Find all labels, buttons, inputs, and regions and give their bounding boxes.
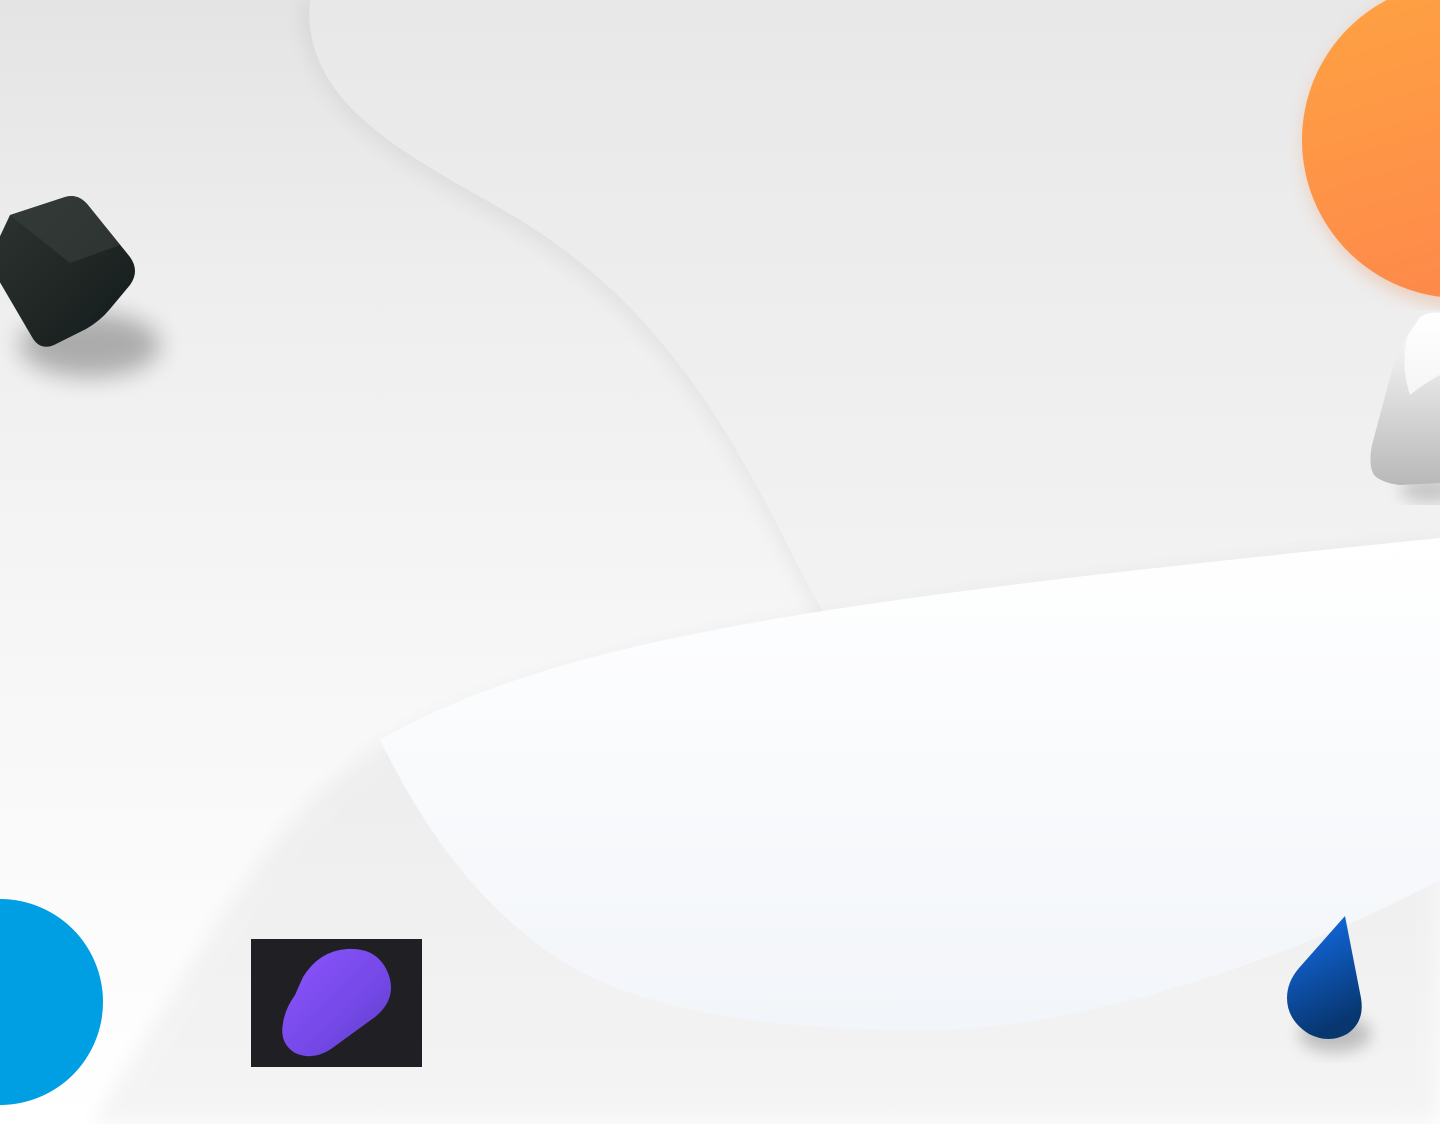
hero-background <box>0 0 1440 1124</box>
gradient-wave-background <box>0 0 1440 1124</box>
blue-circle-shape <box>0 899 103 1105</box>
purple-pill-tile <box>251 939 422 1067</box>
orange-sphere-shape <box>1302 0 1440 307</box>
blue-drop-shape <box>1287 916 1371 1052</box>
dark-cube-shape <box>0 196 160 377</box>
white-block-shape <box>1370 312 1440 502</box>
